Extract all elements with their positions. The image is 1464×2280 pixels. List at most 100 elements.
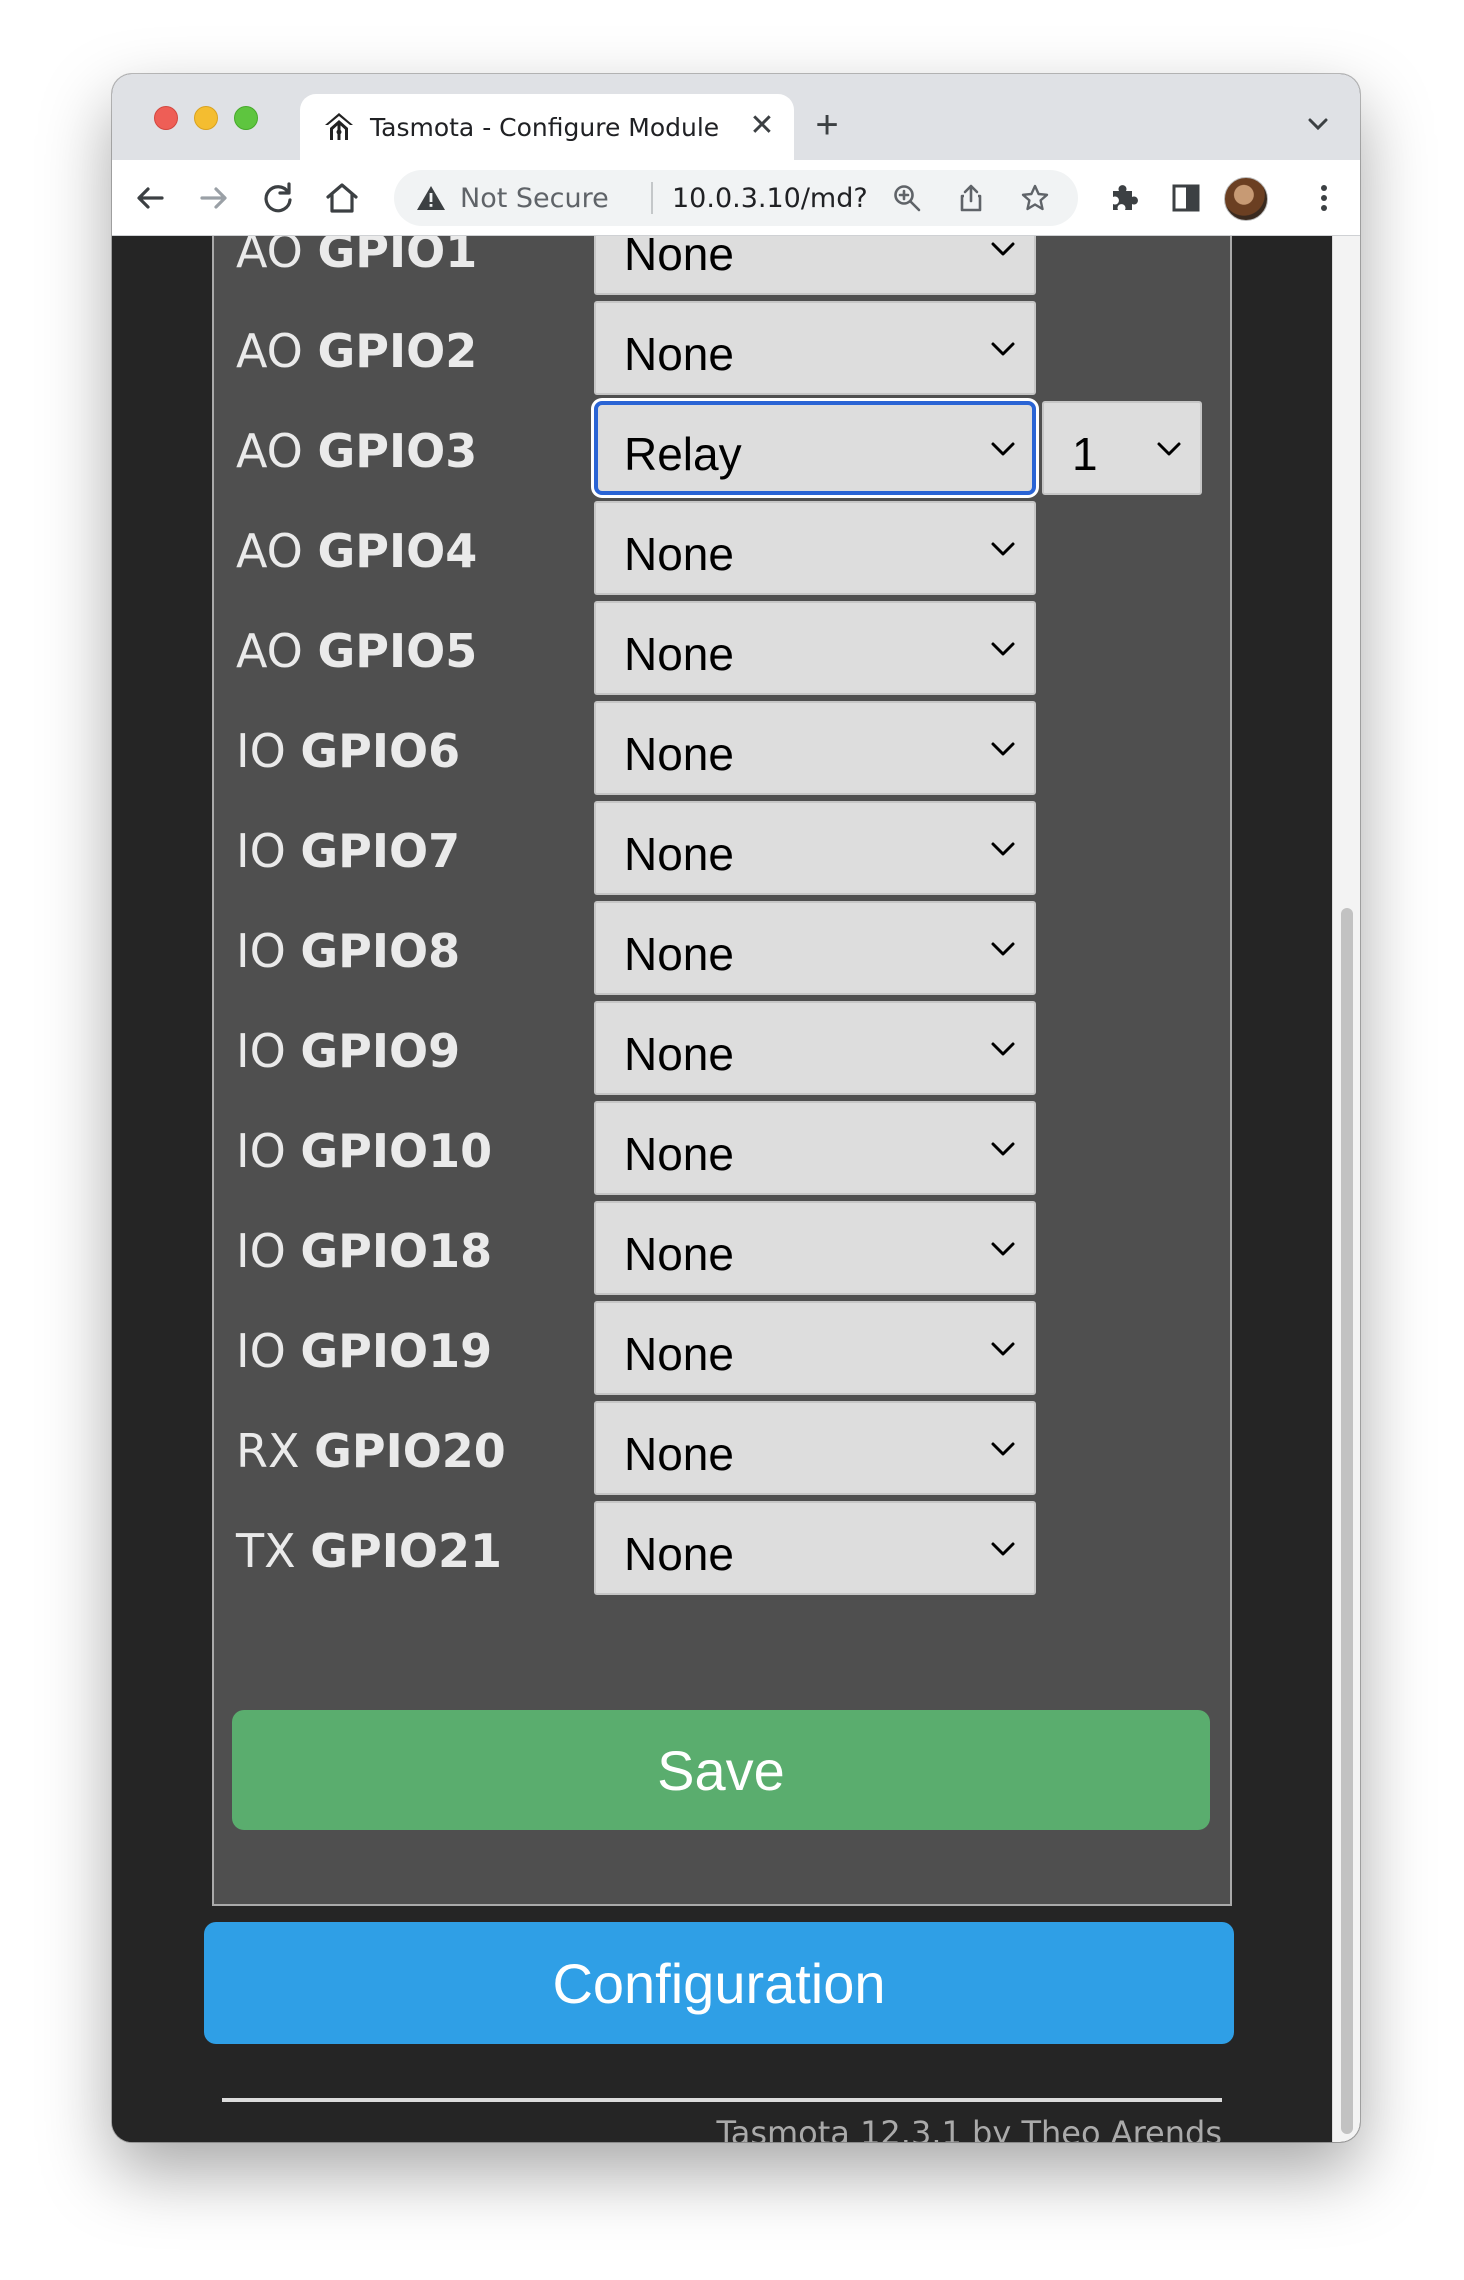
page-scrollbar[interactable] xyxy=(1332,236,1360,2142)
gpio-row: TX GPIO21 None xyxy=(214,1498,1230,1598)
gpio-row: IO GPIO9 None xyxy=(214,998,1230,1098)
back-arrow-icon[interactable] xyxy=(130,178,170,218)
profile-avatar[interactable] xyxy=(1224,177,1268,221)
gpio-row: RX GPIO20 None xyxy=(214,1398,1230,1498)
gpio-function-select[interactable]: None xyxy=(594,701,1036,795)
gpio-pin-name: GPIO10 xyxy=(300,1124,493,1178)
gpio-function-select[interactable]: None xyxy=(594,801,1036,895)
forward-arrow-icon[interactable] xyxy=(194,178,234,218)
gpio-function-select[interactable]: None xyxy=(594,501,1036,595)
chevron-down-icon xyxy=(990,241,1016,257)
gpio-function-select[interactable]: None xyxy=(594,301,1036,395)
gpio-function-select[interactable]: None xyxy=(594,901,1036,995)
more-menu-icon[interactable] xyxy=(1304,178,1344,218)
address-bar[interactable]: Not Secure 10.0.3.10/md? xyxy=(394,170,1078,226)
gpio-label: AO GPIO4 xyxy=(236,524,477,578)
relay-index-select[interactable]: 1 xyxy=(1042,401,1202,495)
gpio-label: IO GPIO9 xyxy=(236,1024,460,1078)
window-minimize-button[interactable] xyxy=(194,106,218,130)
reload-icon[interactable] xyxy=(258,178,298,218)
gpio-pin-type: RX xyxy=(236,1424,300,1478)
gpio-pin-type: AO xyxy=(236,324,303,378)
tab-strip: Tasmota - Configure Module ✕ + xyxy=(112,74,1360,160)
gpio-row: IO GPIO10 None xyxy=(214,1098,1230,1198)
footer-text: Tasmota 12.3.1 by Theo Arends xyxy=(716,2114,1222,2142)
browser-tab-active[interactable]: Tasmota - Configure Module ✕ xyxy=(300,94,794,160)
gpio-label: IO GPIO10 xyxy=(236,1124,492,1178)
select-value: Relay xyxy=(624,428,742,480)
gpio-row: IO GPIO8 None xyxy=(214,898,1230,998)
scrollbar-thumb[interactable] xyxy=(1341,908,1353,2134)
select-value: None xyxy=(624,1128,734,1180)
extensions-puzzle-icon[interactable] xyxy=(1104,178,1144,218)
chevron-down-icon xyxy=(1156,441,1182,457)
new-tab-button[interactable]: + xyxy=(804,102,850,148)
tab-search-chevron-icon[interactable] xyxy=(1304,110,1332,138)
url-text[interactable]: 10.0.3.10/md? xyxy=(672,183,868,214)
browser-toolbar: Not Secure 10.0.3.10/md? xyxy=(112,160,1360,236)
select-value: None xyxy=(624,236,734,280)
gpio-function-select[interactable]: None xyxy=(594,1001,1036,1095)
gpio-pin-type: AO xyxy=(236,424,303,478)
select-value: None xyxy=(624,728,734,780)
warning-triangle-icon[interactable] xyxy=(416,184,446,212)
browser-window: Tasmota - Configure Module ✕ + Not Secur… xyxy=(112,74,1360,2142)
gpio-label: RX GPIO20 xyxy=(236,1424,506,1478)
gpio-function-select[interactable]: None xyxy=(594,1101,1036,1195)
module-parameters-fieldset: AO GPIO1 None AO GPIO2 None AO GPIO3 Relay 1 AO… xyxy=(212,236,1232,1906)
gpio-pin-name: GPIO9 xyxy=(300,1024,461,1078)
zoom-icon[interactable] xyxy=(892,183,922,213)
gpio-function-select[interactable]: None xyxy=(594,601,1036,695)
page-content: AO GPIO1 None AO GPIO2 None AO GPIO3 Relay 1 AO… xyxy=(112,236,1360,2142)
chevron-down-icon xyxy=(990,741,1016,757)
gpio-pin-name: GPIO1 xyxy=(317,236,478,278)
gpio-row: AO GPIO5 None xyxy=(214,598,1230,698)
gpio-function-select[interactable]: None xyxy=(594,236,1036,295)
gpio-pin-name: GPIO19 xyxy=(300,1324,493,1378)
tab-title: Tasmota - Configure Module xyxy=(370,113,720,142)
gpio-pin-type: AO xyxy=(236,236,303,278)
bookmark-star-icon[interactable] xyxy=(1020,183,1050,213)
gpio-pin-name: GPIO7 xyxy=(300,824,461,878)
select-value: None xyxy=(624,528,734,580)
gpio-pin-type: IO xyxy=(236,724,286,778)
gpio-pin-name: GPIO8 xyxy=(300,924,461,978)
gpio-function-select[interactable]: Relay xyxy=(594,401,1036,495)
save-button[interactable]: Save xyxy=(232,1710,1210,1830)
gpio-label: AO GPIO5 xyxy=(236,624,477,678)
chevron-down-icon xyxy=(990,1141,1016,1157)
share-icon[interactable] xyxy=(956,183,986,213)
address-separator xyxy=(651,182,653,214)
gpio-row: AO GPIO4 None xyxy=(214,498,1230,598)
window-close-button[interactable] xyxy=(154,106,178,130)
chevron-down-icon xyxy=(990,541,1016,557)
tasmota-favicon-icon xyxy=(325,113,353,140)
gpio-label: IO GPIO19 xyxy=(236,1324,492,1378)
gpio-function-select[interactable]: None xyxy=(594,1501,1036,1595)
gpio-label: AO GPIO2 xyxy=(236,324,477,378)
chevron-down-icon xyxy=(990,1341,1016,1357)
gpio-pin-type: IO xyxy=(236,1224,286,1278)
home-icon[interactable] xyxy=(322,178,362,218)
gpio-pin-name: GPIO21 xyxy=(310,1524,502,1578)
window-maximize-button[interactable] xyxy=(234,106,258,130)
gpio-row: AO GPIO3 Relay 1 xyxy=(214,398,1230,498)
security-status-label[interactable]: Not Secure xyxy=(460,183,609,214)
chevron-down-icon xyxy=(990,341,1016,357)
gpio-pin-name: GPIO6 xyxy=(300,724,461,778)
gpio-function-select[interactable]: None xyxy=(594,1301,1036,1395)
gpio-pin-name: GPIO4 xyxy=(317,524,478,578)
gpio-function-select[interactable]: None xyxy=(594,1401,1036,1495)
gpio-pin-type: AO xyxy=(236,624,303,678)
gpio-pin-type: IO xyxy=(236,824,286,878)
tab-close-icon[interactable]: ✕ xyxy=(744,108,780,144)
chevron-down-icon xyxy=(990,1541,1016,1557)
select-value: None xyxy=(624,1028,734,1080)
side-panel-icon[interactable] xyxy=(1166,178,1206,218)
gpio-pin-name: GPIO2 xyxy=(317,324,478,378)
gpio-pin-name: GPIO5 xyxy=(317,624,478,678)
gpio-pin-name: GPIO3 xyxy=(317,424,478,478)
gpio-function-select[interactable]: None xyxy=(594,1201,1036,1295)
configuration-button[interactable]: Configuration xyxy=(204,1922,1234,2044)
chevron-down-icon xyxy=(990,441,1016,457)
